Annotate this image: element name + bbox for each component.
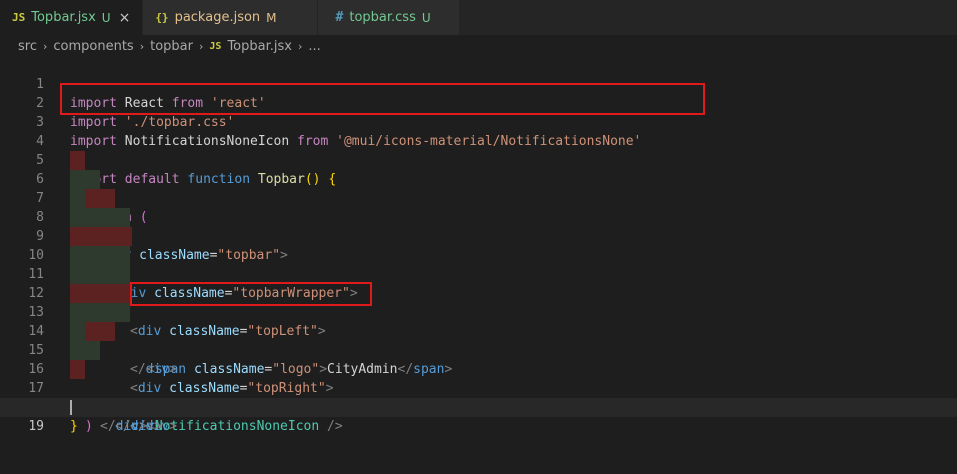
untracked-status-badge: U	[101, 10, 111, 25]
indent-guide	[100, 246, 115, 265]
indent-error-marker	[70, 227, 85, 246]
indent-guide	[70, 303, 85, 322]
code-text: </div>	[100, 419, 147, 434]
breadcrumb-item-file[interactable]: Topbar.jsx	[227, 39, 292, 54]
indent-error-marker	[70, 360, 85, 379]
indent-guide	[100, 265, 115, 284]
indent-guide	[115, 265, 130, 284]
chevron-right-icon: ›	[297, 39, 303, 53]
breadcrumb: src › components › topbar › JS Topbar.js…	[0, 35, 957, 57]
tab-label: Topbar.jsx	[31, 10, 96, 25]
indent-error-marker	[100, 322, 115, 341]
tab-package-json[interactable]: {} package.json M	[143, 0, 318, 35]
indent-guide	[70, 189, 85, 208]
code-line: 15 </div>	[0, 322, 957, 434]
indent-guide	[70, 208, 85, 227]
indent-guide	[85, 303, 100, 322]
code-text: }	[70, 419, 78, 434]
chevron-right-icon: ›	[199, 39, 204, 53]
indent-guide	[85, 170, 100, 189]
highlight-box-icon-usage	[130, 282, 372, 306]
tab-topbar-jsx[interactable]: JS Topbar.jsx U ×	[0, 0, 144, 35]
indent-error-marker	[100, 284, 115, 303]
indent-error-marker	[70, 151, 85, 170]
code-line: 17 )	[0, 360, 957, 434]
indent-guide	[70, 246, 85, 265]
indent-guide	[70, 322, 85, 341]
code-line: 6 return (	[0, 151, 957, 225]
code-line: 1 import React from 'react'	[0, 56, 957, 111]
indent-guide	[100, 303, 115, 322]
indent-guide	[100, 208, 115, 227]
code-line: 10 <span className="logo">CityAdmin</spa…	[0, 227, 957, 377]
indent-error-marker	[100, 189, 115, 208]
code-line-current: 19	[0, 398, 957, 434]
indent-error-marker	[130, 227, 132, 246]
indent-guide	[70, 265, 85, 284]
breadcrumb-item-components[interactable]: components	[53, 39, 133, 54]
tab-label: package.json	[174, 10, 261, 25]
breadcrumb-item-src[interactable]: src	[18, 39, 37, 54]
indent-error-marker	[85, 227, 100, 246]
highlight-box-import	[60, 83, 705, 115]
javascript-file-icon: JS	[209, 40, 222, 52]
close-tab-icon[interactable]: ×	[119, 10, 131, 26]
modified-status-badge: M	[266, 10, 277, 25]
editor-tab-bar: JS Topbar.jsx U × {} package.json M # to…	[0, 0, 957, 35]
indent-guide	[115, 246, 130, 265]
code-editor[interactable]: 1 import React from 'react' 2 import './…	[0, 56, 957, 445]
breadcrumb-item-topbar[interactable]: topbar	[150, 39, 193, 54]
chevron-right-icon: ›	[42, 39, 48, 53]
indent-error-marker	[70, 284, 85, 303]
code-line: 9 <div className="topLeft">	[0, 208, 957, 339]
indent-error-marker	[115, 227, 130, 246]
code-line: 11 </div>	[0, 246, 957, 377]
code-line: 7 <div className="topbar">	[0, 170, 957, 263]
code-line: 18 }	[0, 379, 957, 434]
tab-topbar-css[interactable]: # topbar.css U	[317, 0, 460, 35]
chevron-right-icon: ›	[139, 39, 145, 53]
javascript-file-icon: JS	[12, 11, 26, 24]
indent-guide	[70, 341, 85, 360]
untracked-status-badge: U	[421, 10, 431, 25]
css-file-icon: #	[335, 10, 344, 25]
indent-guide	[85, 341, 100, 360]
indent-guide	[115, 208, 130, 227]
indent-error-marker	[115, 284, 130, 303]
code-text: )	[85, 419, 93, 434]
code-line: 4	[0, 113, 957, 149]
indent-error-marker	[85, 284, 100, 303]
indent-guide	[70, 170, 85, 189]
indent-error-marker	[85, 189, 100, 208]
breadcrumb-item-symbol[interactable]: ...	[308, 39, 320, 54]
line-number: 19	[28, 419, 44, 434]
indent-guide	[85, 246, 100, 265]
indent-error-marker	[85, 322, 100, 341]
indent-guide	[115, 303, 130, 322]
code-line: 16 </div>	[0, 341, 957, 434]
code-line: 8 <div className="topbarWrapper">	[0, 189, 957, 301]
json-file-icon: {}	[155, 11, 169, 24]
indent-guide	[85, 265, 100, 284]
indent-error-marker	[100, 227, 115, 246]
code-line: 5 export default function Topbar() {	[0, 132, 957, 187]
text-cursor	[70, 400, 72, 415]
indent-guide	[85, 208, 100, 227]
tab-label: topbar.css	[349, 10, 416, 25]
